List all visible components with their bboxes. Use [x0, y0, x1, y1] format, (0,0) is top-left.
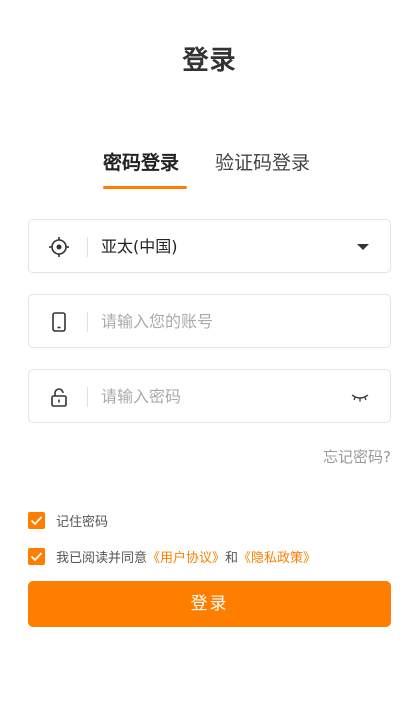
- caret-down-icon: [357, 244, 369, 250]
- phone-icon: [52, 312, 66, 332]
- password-field: [28, 369, 391, 423]
- agreement-conjunction: 和: [225, 550, 239, 566]
- remember-label: 记住密码: [56, 514, 109, 530]
- tab-password-login[interactable]: 密码登录: [103, 148, 179, 175]
- password-input[interactable]: [101, 386, 331, 408]
- field-divider: [87, 237, 88, 257]
- remember-row: 记住密码: [28, 510, 108, 530]
- page-title: 登录: [182, 46, 237, 76]
- agreement-prefix: 我已阅读并同意: [56, 550, 148, 566]
- privacy-policy-link[interactable]: 《隐私政策》: [238, 551, 316, 566]
- forgot-password-link[interactable]: 忘记密码?: [323, 446, 391, 467]
- agreement-row: 我已阅读并同意《用户协议》和《隐私政策》: [28, 546, 316, 566]
- account-field: [28, 294, 391, 348]
- field-divider: [87, 312, 88, 332]
- check-icon: [30, 551, 43, 561]
- active-tab-indicator: [103, 186, 187, 189]
- account-input[interactable]: [101, 311, 331, 333]
- lock-icon: [51, 388, 67, 407]
- tab-code-login[interactable]: 验证码登录: [215, 148, 310, 175]
- login-tabs: 密码登录 验证码登录: [0, 148, 419, 198]
- field-divider: [87, 387, 88, 407]
- agreement-text: 我已阅读并同意《用户协议》和《隐私政策》: [56, 547, 316, 566]
- locate-icon: [49, 237, 69, 257]
- check-icon: [30, 515, 43, 525]
- remember-checkbox[interactable]: [28, 511, 45, 529]
- login-button[interactable]: 登录: [28, 581, 391, 627]
- agreement-checkbox[interactable]: [28, 547, 45, 565]
- region-value: 亚太(中国): [101, 237, 178, 256]
- region-select[interactable]: 亚太(中国): [28, 219, 391, 273]
- eye-closed-icon[interactable]: [350, 390, 370, 404]
- user-agreement-link[interactable]: 《用户协议》: [147, 551, 225, 566]
